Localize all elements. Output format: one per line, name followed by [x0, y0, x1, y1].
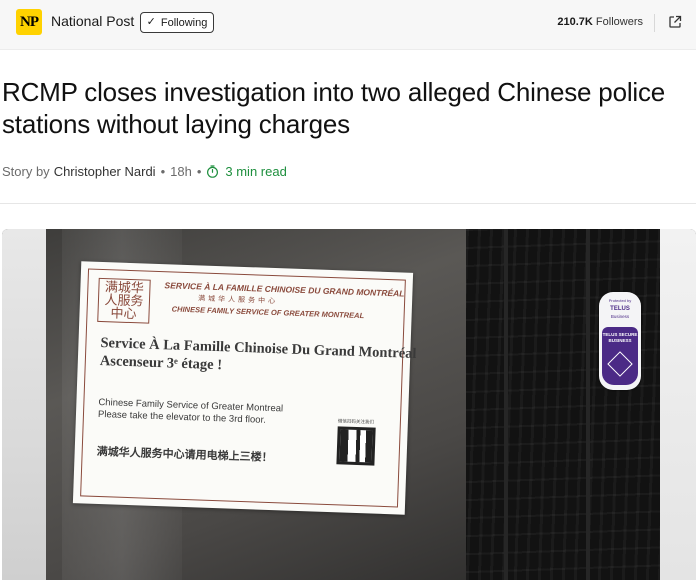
photo-door [466, 229, 660, 580]
sign-logo: 满城华人服务中心 [97, 277, 151, 324]
sticker-brand: TELUS [610, 306, 630, 312]
check-icon: ✓ [146, 16, 156, 28]
publisher-bar: NP National Post ✓ Following 210.7K Foll… [0, 0, 696, 50]
separator-dot: • [160, 164, 166, 179]
timer-icon [207, 165, 219, 178]
author-link[interactable]: Christopher Nardi [54, 164, 156, 179]
article-headline: RCMP closes investigation into two alleg… [2, 77, 666, 139]
article-age: 18h [170, 164, 192, 179]
sticker-secure-line: BUSINESS [608, 338, 632, 343]
qr-code [336, 426, 376, 466]
followers-count: 210.7K Followers [557, 16, 643, 28]
photo-wall [660, 229, 696, 580]
following-label: Following [160, 16, 208, 29]
publisher-logo[interactable]: NP [16, 9, 42, 35]
byline: Story by Christopher Nardi • 18h • 3 min… [2, 164, 287, 179]
photo-wall [2, 229, 46, 580]
sticker-secure-text: TELUS SECURE BUSINESS [602, 332, 638, 344]
following-button[interactable]: ✓ Following [140, 12, 214, 33]
divider [654, 14, 655, 32]
door-groove [504, 229, 508, 580]
publisher-name[interactable]: National Post [51, 13, 134, 29]
sign-qr-caption: 微信扫码关注我们 [337, 419, 374, 426]
external-link-icon[interactable] [668, 15, 682, 29]
article-photo[interactable]: 满城华人服务中心 SERVICE À LA FAMILLE CHINOISE D… [2, 229, 696, 580]
door-groove [586, 229, 590, 580]
followers-label: Followers [595, 16, 643, 28]
separator-dot: • [196, 164, 202, 179]
telus-sticker: Protected by TELUS Business TELUS SECURE… [599, 292, 641, 390]
sticker-top-text: Protected by [608, 298, 632, 303]
read-time: 3 min read [225, 164, 287, 179]
byline-prefix: Story by [2, 164, 50, 179]
sticker-sub: Business [610, 314, 630, 319]
divider [0, 203, 696, 204]
followers-number: 210.7K [557, 16, 593, 28]
photo-sign: 满城华人服务中心 SERVICE À LA FAMILLE CHINOISE D… [72, 261, 417, 515]
